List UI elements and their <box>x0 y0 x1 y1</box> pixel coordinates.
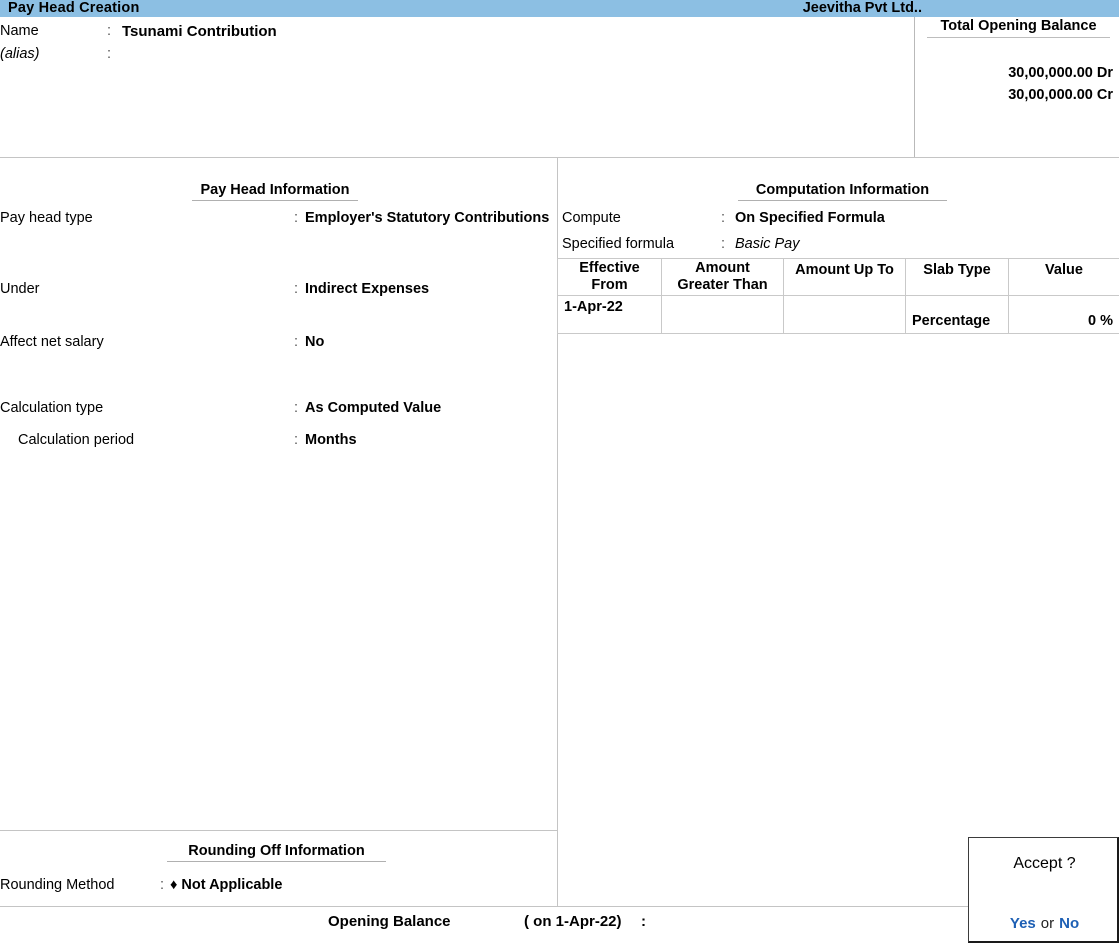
calculation-type-value[interactable]: As Computed Value <box>305 400 441 416</box>
affect-net-salary-colon: : <box>294 334 299 350</box>
computation-information-title: Computation Information <box>738 182 947 201</box>
slab-table-header-row: Effective From Amount Greater Than Amoun… <box>557 258 1119 296</box>
accept-no-button[interactable]: No <box>1059 915 1079 932</box>
total-opening-balance-panel: Total Opening Balance 30,00,000.00 Dr 30… <box>914 17 1119 158</box>
pay-head-type-label: Pay head type <box>0 210 93 226</box>
opening-balance-label: Opening Balance <box>328 913 451 930</box>
specified-formula-label: Specified formula <box>562 236 675 252</box>
col-header-amount-greater-than-line2: Greater Than <box>677 277 768 293</box>
name-colon: : <box>107 23 112 39</box>
accept-dialog-actions: Yes or No <box>969 915 1119 932</box>
cell-value[interactable]: 0 % <box>1008 295 1119 334</box>
accept-yes-button[interactable]: Yes <box>1010 915 1036 932</box>
accept-dialog: Accept ? Yes or No <box>968 837 1119 943</box>
under-value[interactable]: Indirect Expenses <box>305 281 429 297</box>
title-bar: Pay Head Creation Jeevitha Pvt Ltd.. <box>0 0 1119 17</box>
col-header-amount-greater-than-line1: Amount <box>695 260 750 276</box>
col-header-amount-up-to: Amount Up To <box>783 258 906 296</box>
col-header-effective-from-line1: Effective <box>579 260 640 276</box>
rounding-method-label: Rounding Method <box>0 877 115 893</box>
affect-net-salary-value[interactable]: No <box>305 334 324 350</box>
col-header-amount-greater-than: Amount Greater Than <box>661 258 784 296</box>
compute-label: Compute <box>562 210 621 226</box>
alias-colon: : <box>107 46 112 62</box>
cell-amount-up-to[interactable] <box>783 295 906 334</box>
pay-head-type-value[interactable]: Employer's Statutory Contributions <box>305 210 549 226</box>
col-header-value: Value <box>1008 258 1119 296</box>
specified-formula-colon: : <box>721 236 726 252</box>
col-header-effective-from-line2: From <box>591 277 628 293</box>
table-row[interactable]: 1-Apr-22 Percentage 0 % <box>557 295 1119 334</box>
name-label: Name <box>0 23 39 39</box>
header-divider <box>0 157 1119 158</box>
under-colon: : <box>294 281 299 297</box>
calculation-period-label: Calculation period <box>18 432 135 448</box>
screen-title: Pay Head Creation <box>8 0 140 16</box>
rounding-method-value[interactable]: ♦ Not Applicable <box>170 877 282 893</box>
rounding-method-colon: : <box>160 877 165 893</box>
opening-balance-date: ( on 1-Apr-22) <box>524 913 622 930</box>
name-value[interactable]: Tsunami Contribution <box>122 23 277 40</box>
pay-head-information-title: Pay Head Information <box>192 182 358 201</box>
total-opening-balance-title: Total Opening Balance <box>927 18 1110 38</box>
col-header-effective-from: Effective From <box>557 258 662 296</box>
calculation-type-label: Calculation type <box>0 400 104 416</box>
accept-or-text: or <box>1040 915 1055 932</box>
cell-slab-type[interactable]: Percentage <box>905 295 1009 334</box>
calculation-period-value[interactable]: Months <box>305 432 357 448</box>
pay-head-type-colon: : <box>294 210 299 226</box>
total-opening-balance-credit: 30,00,000.00 Cr <box>1008 87 1113 103</box>
bottom-divider <box>0 906 1119 907</box>
cell-effective-from[interactable]: 1-Apr-22 <box>557 295 662 334</box>
company-name: Jeevitha Pvt Ltd.. <box>802 0 922 16</box>
rounding-off-information-title: Rounding Off Information <box>167 843 386 862</box>
total-opening-balance-debit: 30,00,000.00 Dr <box>1008 65 1113 81</box>
slab-table: Effective From Amount Greater Than Amoun… <box>557 258 1119 334</box>
accept-dialog-title: Accept ? <box>1013 855 1076 872</box>
rounding-divider <box>0 830 557 831</box>
calculation-period-colon: : <box>294 432 299 448</box>
opening-balance-colon: : <box>641 913 646 930</box>
under-label: Under <box>0 281 40 297</box>
alias-label: (alias) <box>0 46 40 62</box>
calculation-type-colon: : <box>294 400 299 416</box>
cell-amount-greater-than[interactable] <box>661 295 784 334</box>
col-header-slab-type: Slab Type <box>905 258 1009 296</box>
specified-formula-value[interactable]: Basic Pay <box>735 236 799 252</box>
pay-head-creation-screen: Pay Head Creation Jeevitha Pvt Ltd.. Nam… <box>0 0 1119 943</box>
affect-net-salary-label: Affect net salary <box>0 334 104 350</box>
compute-colon: : <box>721 210 726 226</box>
compute-value[interactable]: On Specified Formula <box>735 210 885 226</box>
